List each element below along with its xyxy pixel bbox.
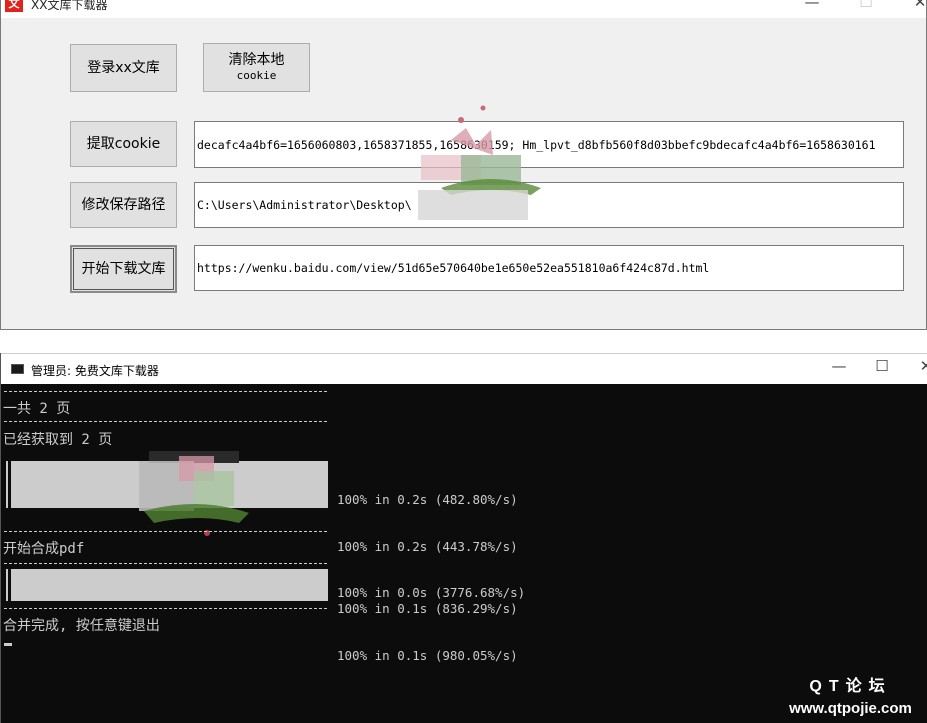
text-cursor: [4, 643, 12, 646]
clear-cookie-button[interactable]: 清除本地 cookie: [203, 43, 310, 92]
title-bar[interactable]: 文 XX文库下载器 — ☐ ✕: [1, 0, 926, 18]
stats-line: 100% in 0.2s (482.80%/s): [337, 492, 518, 507]
watermark-blot-icon: [139, 451, 249, 536]
window-title: XX文库下载器: [31, 0, 108, 12]
minimize-icon[interactable]: —: [816, 357, 862, 377]
start-download-button[interactable]: 开始下载文库: [70, 245, 177, 293]
console-title-bar[interactable]: 管理员: 免费文库下载器 — ☐ ✕: [1, 353, 927, 384]
start-merge-line: 开始合成pdf: [3, 541, 85, 557]
done-line: 合并完成, 按任意键退出: [3, 618, 160, 634]
maximize-icon[interactable]: ☐: [859, 357, 905, 377]
minimize-icon[interactable]: —: [789, 0, 835, 13]
divider: [4, 531, 327, 532]
get-cookie-button[interactable]: 提取cookie: [70, 121, 177, 167]
login-button-label: 登录xx文库: [87, 59, 160, 76]
merge-progress-bar: [6, 569, 328, 601]
close-icon[interactable]: ✕: [903, 357, 927, 377]
merge-progress-fill: [11, 569, 328, 601]
fetched-pages-line: 已经获取到 2 页: [3, 432, 113, 448]
clear-cookie-label-line2: cookie: [236, 68, 277, 82]
login-button[interactable]: 登录xx文库: [70, 44, 177, 92]
watermark-url: www.qtpojie.com: [789, 700, 912, 717]
divider: [4, 391, 327, 392]
app-icon: 文: [5, 0, 23, 12]
divider: [4, 421, 327, 422]
clear-cookie-label-line1: 清除本地: [228, 51, 285, 68]
watermark-title: QT论坛: [809, 678, 892, 695]
console-window: 管理员: 免费文库下载器 — ☐ ✕ 一共 2 页 已经获取到 2 页 100%…: [0, 353, 927, 723]
close-icon[interactable]: ✕: [897, 0, 927, 13]
start-download-label: 开始下载文库: [81, 260, 166, 277]
get-cookie-label: 提取cookie: [86, 135, 161, 152]
total-pages-line: 一共 2 页: [3, 401, 71, 417]
maximize-icon[interactable]: ☐: [843, 0, 889, 13]
stats-line: 100% in 0.1s (980.05%/s): [337, 647, 518, 663]
divider: [4, 563, 327, 564]
downloader-window: 文 XX文库下载器 — ☐ ✕ 登录xx文库 清除本地 cookie 提取coo…: [0, 0, 927, 330]
console-icon: [11, 364, 24, 374]
stats-line: 100% in 0.2s (443.78%/s): [337, 538, 518, 554]
redacted-path-area: [418, 190, 528, 220]
url-field[interactable]: https://wenku.baidu.com/view/51d65e57064…: [194, 245, 904, 291]
change-path-button[interactable]: 修改保存路径: [70, 182, 177, 228]
stats-line: 100% in 0.1s (836.29%/s): [337, 601, 518, 616]
divider: [4, 608, 327, 609]
merge-stats: 100% in 0.1s (836.29%/s) 100% in 0.1s (9…: [337, 570, 518, 694]
console-title: 管理员: 免费文库下载器: [31, 364, 159, 378]
change-path-label: 修改保存路径: [81, 196, 166, 213]
site-watermark: QT论坛 www.qtpojie.com: [773, 672, 927, 717]
